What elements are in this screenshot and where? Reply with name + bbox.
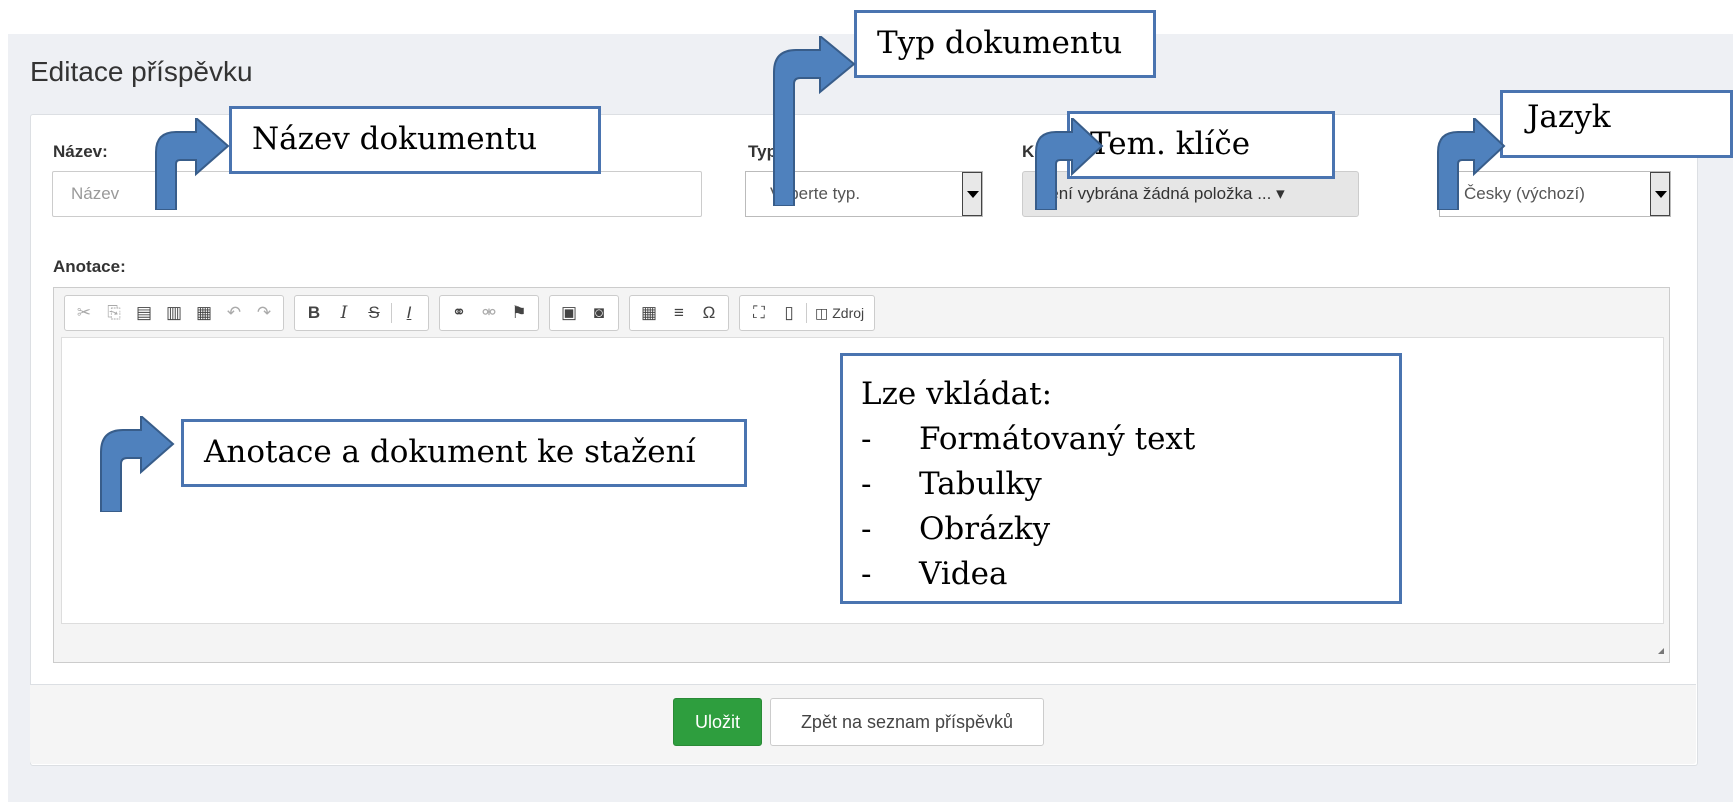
type-dropdown-button[interactable] xyxy=(962,172,982,216)
page-title: Editace příspěvku xyxy=(30,56,253,87)
callout-document-name: Název dokumentu xyxy=(229,106,601,174)
callout-list-item: - Formátovaný text xyxy=(861,420,1196,457)
flash-icon[interactable]: ◙ xyxy=(586,300,612,326)
callout-annotation: Anotace a dokument ke stažení xyxy=(181,419,747,487)
cut-icon[interactable]: ✂ xyxy=(71,300,97,326)
paste-text-icon[interactable]: ▥ xyxy=(161,300,187,326)
callout-language: Jazyk xyxy=(1500,90,1733,158)
callout-insertable-content: Lze vkládat: - Formátovaný text - Tabulky … xyxy=(840,353,1402,604)
special-char-icon[interactable]: Ω xyxy=(696,300,722,326)
italic-icon[interactable]: I xyxy=(331,300,357,326)
bent-arrow-icon xyxy=(1035,118,1104,210)
name-label: Název: xyxy=(53,142,108,161)
source-icon: ◫ xyxy=(815,304,829,321)
callout-list-item: - Tabulky xyxy=(861,465,1042,502)
undo-icon[interactable]: ↶ xyxy=(221,300,247,326)
remove-format-icon[interactable]: I xyxy=(396,300,422,326)
callout-document-type: Typ dokumentu xyxy=(854,10,1156,78)
language-dropdown-button[interactable] xyxy=(1650,172,1670,216)
editor-resize-handle[interactable] xyxy=(1658,648,1664,654)
anchor-icon[interactable]: ⚑ xyxy=(506,300,532,326)
toolbar-group-view: ⛶ ▯ ◫ Zdroj xyxy=(739,295,876,331)
link-icon[interactable]: ⚭ xyxy=(446,300,472,326)
callout-topic-keys: Tem. klíče xyxy=(1067,111,1335,179)
image-icon[interactable]: ▣ xyxy=(556,300,582,326)
copy-icon[interactable]: ⎘ xyxy=(101,300,127,326)
toolbar-group-media: ▣ ◙ xyxy=(549,295,619,331)
source-button[interactable]: ◫ Zdroj xyxy=(811,300,868,326)
bent-arrow-icon xyxy=(100,416,175,512)
unlink-icon[interactable]: ⚮ xyxy=(476,300,502,326)
callout-list-item: - Obrázky xyxy=(861,510,1051,547)
source-label: Zdroj xyxy=(832,305,865,321)
bent-arrow-icon xyxy=(1437,118,1506,210)
bent-arrow-icon xyxy=(155,118,230,210)
callout-list-item: - Videa xyxy=(861,555,1008,592)
toolbar-separator xyxy=(391,303,392,323)
callout-insert-title: Lze vkládat: xyxy=(861,376,1053,412)
strike-icon[interactable]: S xyxy=(361,300,387,326)
annotation-label: Anotace: xyxy=(53,257,126,276)
show-blocks-icon[interactable]: ▯ xyxy=(776,300,802,326)
editor-toolbar: ✂ ⎘ ▤ ▥ ▦ ↶ ↷ B I S I ⚭ ⚮ ⚑ ▣ ◙ ▦ ≡ Ω ⛶ … xyxy=(64,295,876,331)
table-icon[interactable]: ▦ xyxy=(636,300,662,326)
paste-word-icon[interactable]: ▦ xyxy=(191,300,217,326)
hline-icon[interactable]: ≡ xyxy=(666,300,692,326)
toolbar-group-links: ⚭ ⚮ ⚑ xyxy=(439,295,539,331)
toolbar-group-clipboard: ✂ ⎘ ▤ ▥ ▦ ↶ ↷ xyxy=(64,295,284,331)
maximize-icon[interactable]: ⛶ xyxy=(746,300,772,326)
bold-icon[interactable]: B xyxy=(301,300,327,326)
toolbar-group-format: B I S I xyxy=(294,295,429,331)
redo-icon[interactable]: ↷ xyxy=(251,300,277,326)
bent-arrow-icon xyxy=(773,36,856,206)
toolbar-separator xyxy=(806,303,807,323)
toolbar-group-insert: ▦ ≡ Ω xyxy=(629,295,729,331)
back-to-list-button[interactable]: Zpět na seznam příspěvků xyxy=(770,698,1044,746)
save-button[interactable]: Uložit xyxy=(673,698,762,746)
paste-icon[interactable]: ▤ xyxy=(131,300,157,326)
